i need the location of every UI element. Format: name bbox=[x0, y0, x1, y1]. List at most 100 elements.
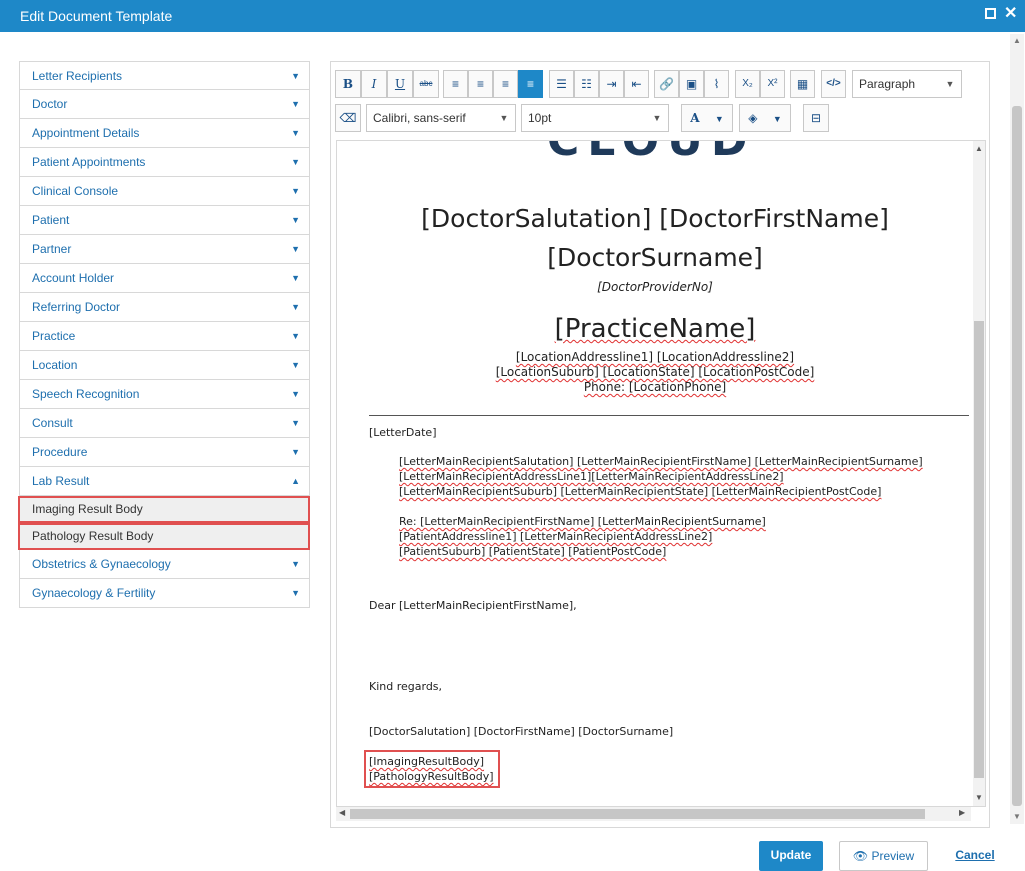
underline-button[interactable]: U bbox=[387, 70, 413, 98]
sidebar-item-letter-recipients[interactable]: Letter Recipients ▼ bbox=[19, 61, 310, 90]
document-vertical-scrollbar[interactable]: ▲ ▼ bbox=[973, 141, 985, 806]
sidebar-item-label: Partner bbox=[32, 242, 72, 256]
scroll-up-icon[interactable]: ▲ bbox=[1013, 36, 1021, 45]
caret-down-icon: ▼ bbox=[291, 447, 300, 457]
dialog-scrollbar[interactable]: ▲ ▼ bbox=[1010, 34, 1024, 824]
sidebar-item-label: Gynaecology & Fertility bbox=[32, 586, 156, 600]
numbered-list-button[interactable]: ☷ bbox=[574, 70, 599, 98]
caret-down-icon: ▼ bbox=[291, 157, 300, 167]
document-horizontal-scrollbar[interactable]: ◀ ▶ bbox=[336, 807, 971, 821]
underline-label: U bbox=[394, 77, 406, 91]
document-hscroll-thumb[interactable] bbox=[350, 809, 925, 819]
paint-bucket-icon: ◈ bbox=[748, 111, 758, 125]
imaging-result-placeholder: [ImagingResultBody] bbox=[369, 755, 485, 768]
strikethrough-button[interactable]: abc bbox=[413, 70, 439, 98]
indent-button[interactable]: ⇥ bbox=[599, 70, 624, 98]
bullet-list-icon: ☰ bbox=[556, 77, 567, 91]
subscript-button[interactable]: X₂ bbox=[735, 70, 760, 98]
align-left-button[interactable]: ≡ bbox=[443, 70, 468, 98]
practice-name: [PracticeName] bbox=[554, 314, 756, 344]
dialog-scroll-thumb[interactable] bbox=[1012, 106, 1022, 806]
view-html-button[interactable]: </> bbox=[821, 70, 846, 98]
sidebar-item-practice[interactable]: Practice ▼ bbox=[19, 322, 310, 351]
chevron-down-icon: ▼ bbox=[945, 79, 955, 89]
align-right-button[interactable]: ≡ bbox=[493, 70, 518, 98]
preview-button[interactable]: 👁 Preview bbox=[839, 841, 928, 871]
sidebar-item-procedure[interactable]: Procedure ▼ bbox=[19, 438, 310, 467]
chevron-down-icon: ▼ bbox=[652, 113, 662, 123]
scroll-down-icon[interactable]: ▼ bbox=[975, 793, 983, 802]
font-color-button[interactable]: A ▼ bbox=[681, 104, 733, 132]
outdent-button[interactable]: ⇤ bbox=[624, 70, 649, 98]
sidebar-item-label: Account Holder bbox=[32, 271, 115, 285]
outdent-icon: ⇤ bbox=[631, 77, 642, 91]
scroll-down-icon[interactable]: ▼ bbox=[1013, 812, 1021, 821]
font-size-value: 10pt bbox=[528, 111, 552, 125]
sidebar-item-patient[interactable]: Patient ▼ bbox=[19, 206, 310, 235]
preview-label: Preview bbox=[871, 849, 915, 863]
align-center-button[interactable]: ≡ bbox=[468, 70, 493, 98]
caret-down-icon: ▼ bbox=[291, 99, 300, 109]
caret-down-icon: ▼ bbox=[291, 588, 300, 598]
sidebar-item-referring-doctor[interactable]: Referring Doctor ▼ bbox=[19, 293, 310, 322]
insert-link-button[interactable]: 🔗 bbox=[654, 70, 679, 98]
sidebar-subitem-imaging-result-body[interactable]: Imaging Result Body bbox=[19, 496, 310, 523]
maximize-icon[interactable] bbox=[985, 8, 996, 19]
format-select[interactable]: Paragraph ▼ bbox=[852, 70, 962, 98]
superscript-button[interactable]: X² bbox=[760, 70, 785, 98]
update-button[interactable]: Update bbox=[759, 841, 823, 871]
sidebar-item-gynaecology-fertility[interactable]: Gynaecology & Fertility ▼ bbox=[19, 579, 310, 608]
caret-down-icon: ▼ bbox=[291, 71, 300, 81]
sidebar-item-location[interactable]: Location ▼ bbox=[19, 351, 310, 380]
background-color-button[interactable]: ◈ ▼ bbox=[739, 104, 791, 132]
clear-format-button[interactable]: ⌫ bbox=[335, 104, 361, 132]
scroll-right-icon[interactable]: ▶ bbox=[959, 808, 965, 817]
font-size-select[interactable]: 10pt ▼ bbox=[521, 104, 669, 132]
chevron-down-icon: ▼ bbox=[499, 113, 509, 123]
image-icon: ▣ bbox=[685, 77, 698, 91]
align-right-icon: ≡ bbox=[501, 77, 509, 91]
sidebar-item-label: Consult bbox=[32, 416, 73, 430]
sidebar-item-partner[interactable]: Partner ▼ bbox=[19, 235, 310, 264]
sidebar-item-obstetrics-gynaecology[interactable]: Obstetrics & Gynaecology ▼ bbox=[19, 550, 310, 579]
document-content[interactable]: CLOUD [DoctorSalutation] [DoctorFirstNam… bbox=[337, 141, 973, 806]
bullet-list-button[interactable]: ☰ bbox=[549, 70, 574, 98]
sidebar-item-label: Patient bbox=[32, 213, 70, 227]
font-family-value: Calibri, sans-serif bbox=[373, 111, 466, 125]
re-line2: [PatientAddressline1] [LetterMainRecipie… bbox=[399, 530, 713, 543]
sidebar-item-speech-recognition[interactable]: Speech Recognition ▼ bbox=[19, 380, 310, 409]
bold-button[interactable]: B bbox=[335, 70, 361, 98]
insert-table-button[interactable]: ▦ bbox=[790, 70, 815, 98]
dialog-title: Edit Document Template bbox=[20, 8, 173, 24]
sidebar-item-appointment-details[interactable]: Appointment Details ▼ bbox=[19, 119, 310, 148]
attach-file-button[interactable]: ⌇ bbox=[704, 70, 729, 98]
chevron-down-icon: ▼ bbox=[714, 114, 724, 124]
sidebar-item-account-holder[interactable]: Account Holder ▼ bbox=[19, 264, 310, 293]
justify-button[interactable]: ≡ bbox=[518, 70, 543, 98]
sidebar-item-consult[interactable]: Consult ▼ bbox=[19, 409, 310, 438]
sidebar-item-label: Appointment Details bbox=[32, 126, 140, 140]
sidebar-subitem-pathology-result-body[interactable]: Pathology Result Body bbox=[19, 523, 310, 550]
field-category-sidebar: Letter Recipients ▼ Doctor ▼ Appointment D… bbox=[19, 61, 310, 608]
eraser-icon: ⌫ bbox=[339, 111, 357, 125]
font-family-select[interactable]: Calibri, sans-serif ▼ bbox=[366, 104, 516, 132]
sidebar-item-lab-result[interactable]: Lab Result ▲ bbox=[19, 467, 310, 496]
page-break-button[interactable]: ⊟ bbox=[803, 104, 829, 132]
scroll-left-icon[interactable]: ◀ bbox=[339, 808, 345, 817]
sidebar-item-label: Obstetrics & Gynaecology bbox=[32, 557, 171, 571]
italic-button[interactable]: I bbox=[361, 70, 387, 98]
document-canvas[interactable]: CLOUD [DoctorSalutation] [DoctorFirstNam… bbox=[336, 140, 986, 807]
insert-image-button[interactable]: ▣ bbox=[679, 70, 704, 98]
sidebar-item-doctor[interactable]: Doctor ▼ bbox=[19, 90, 310, 119]
sidebar-item-patient-appointments[interactable]: Patient Appointments ▼ bbox=[19, 148, 310, 177]
caret-down-icon: ▼ bbox=[291, 360, 300, 370]
numbered-list-icon: ☷ bbox=[581, 77, 592, 91]
sidebar-item-clinical-console[interactable]: Clinical Console ▼ bbox=[19, 177, 310, 206]
document-vscroll-thumb[interactable] bbox=[974, 321, 984, 778]
divider bbox=[369, 415, 969, 416]
scroll-up-icon[interactable]: ▲ bbox=[975, 144, 983, 153]
dialog-titlebar: Edit Document Template ✕ bbox=[0, 0, 1025, 32]
cancel-link[interactable]: Cancel bbox=[950, 841, 1000, 871]
caret-down-icon: ▼ bbox=[291, 244, 300, 254]
close-icon[interactable]: ✕ bbox=[1004, 6, 1017, 22]
